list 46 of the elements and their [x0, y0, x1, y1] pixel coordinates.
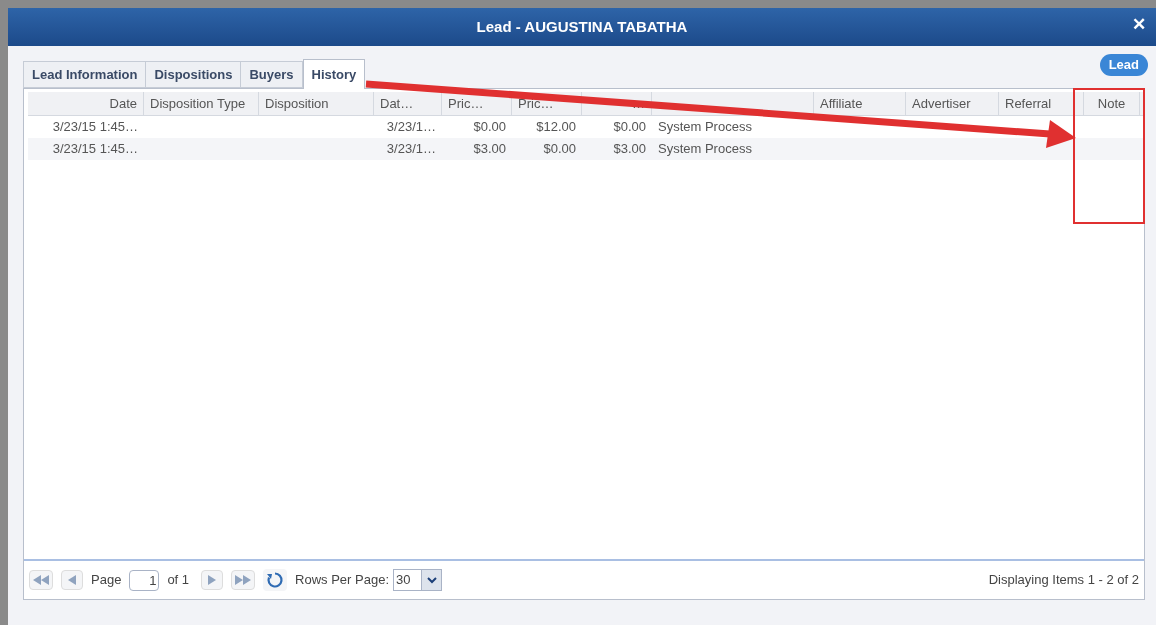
- table-cell: System Process: [658, 141, 752, 157]
- column-header[interactable]: Affiliate: [820, 93, 863, 114]
- column-header[interactable]: Note: [1097, 93, 1126, 114]
- last-page-button[interactable]: [231, 570, 256, 590]
- next-page-button[interactable]: [201, 570, 224, 590]
- column-header[interactable]: Advertiser: [912, 93, 971, 114]
- first-page-button[interactable]: [29, 570, 53, 590]
- tab[interactable]: Buyers: [241, 61, 303, 88]
- table-cell: 3/23/15 1:45…: [52, 141, 138, 157]
- column-header[interactable]: Referral: [1005, 93, 1052, 114]
- column-header[interactable]: Disposition Type: [150, 93, 246, 114]
- column-header[interactable]: Disposition: [265, 93, 329, 114]
- tab[interactable]: Lead Information: [23, 61, 147, 88]
- page-field[interactable]: 1: [129, 569, 160, 591]
- table-cell: $0.00: [543, 141, 576, 157]
- lead-badge: Lead: [1099, 54, 1148, 76]
- rows-per-page-dropdown[interactable]: 30: [393, 569, 442, 591]
- previous-page-button[interactable]: [61, 570, 83, 590]
- column-header[interactable]: Pric…: [448, 93, 484, 114]
- last-page-icon: [235, 575, 252, 585]
- refresh-button[interactable]: [263, 569, 288, 591]
- rows-per-page-label: Rows Per Page:: [295, 571, 389, 590]
- page-label: Page: [91, 571, 122, 590]
- column-header[interactable]: Pric…: [518, 93, 554, 114]
- refresh-icon: [266, 571, 285, 589]
- table-cell: 3/23/1…: [386, 119, 436, 135]
- table-cell: $12.00: [536, 119, 576, 135]
- table-cell: System Process: [658, 119, 752, 135]
- column-header[interactable]: Dat…: [380, 93, 414, 114]
- tab[interactable]: History: [302, 59, 366, 89]
- tab[interactable]: Dispositions: [146, 61, 242, 88]
- close-button[interactable]: ✕: [1132, 16, 1146, 33]
- table-cell: $3.00: [473, 141, 506, 157]
- first-page-icon: [33, 575, 49, 585]
- next-icon: [208, 575, 217, 585]
- previous-icon: [68, 575, 76, 585]
- window-title: Lead - AUGUSTINA TABATHA: [476, 16, 688, 37]
- table-cell: $3.00: [613, 141, 646, 157]
- chevron-down-icon: [426, 576, 437, 584]
- table-cell: $0.00: [473, 119, 506, 135]
- column-header[interactable]: Date: [109, 93, 137, 114]
- table-cell: $0.00: [613, 119, 646, 135]
- page-count: of 1: [167, 571, 190, 590]
- table-cell: 3/23/15 1:45…: [52, 119, 138, 135]
- table-cell: 3/23/1…: [386, 141, 436, 157]
- items-summary: Displaying Items 1 - 2 of 2: [988, 571, 1139, 590]
